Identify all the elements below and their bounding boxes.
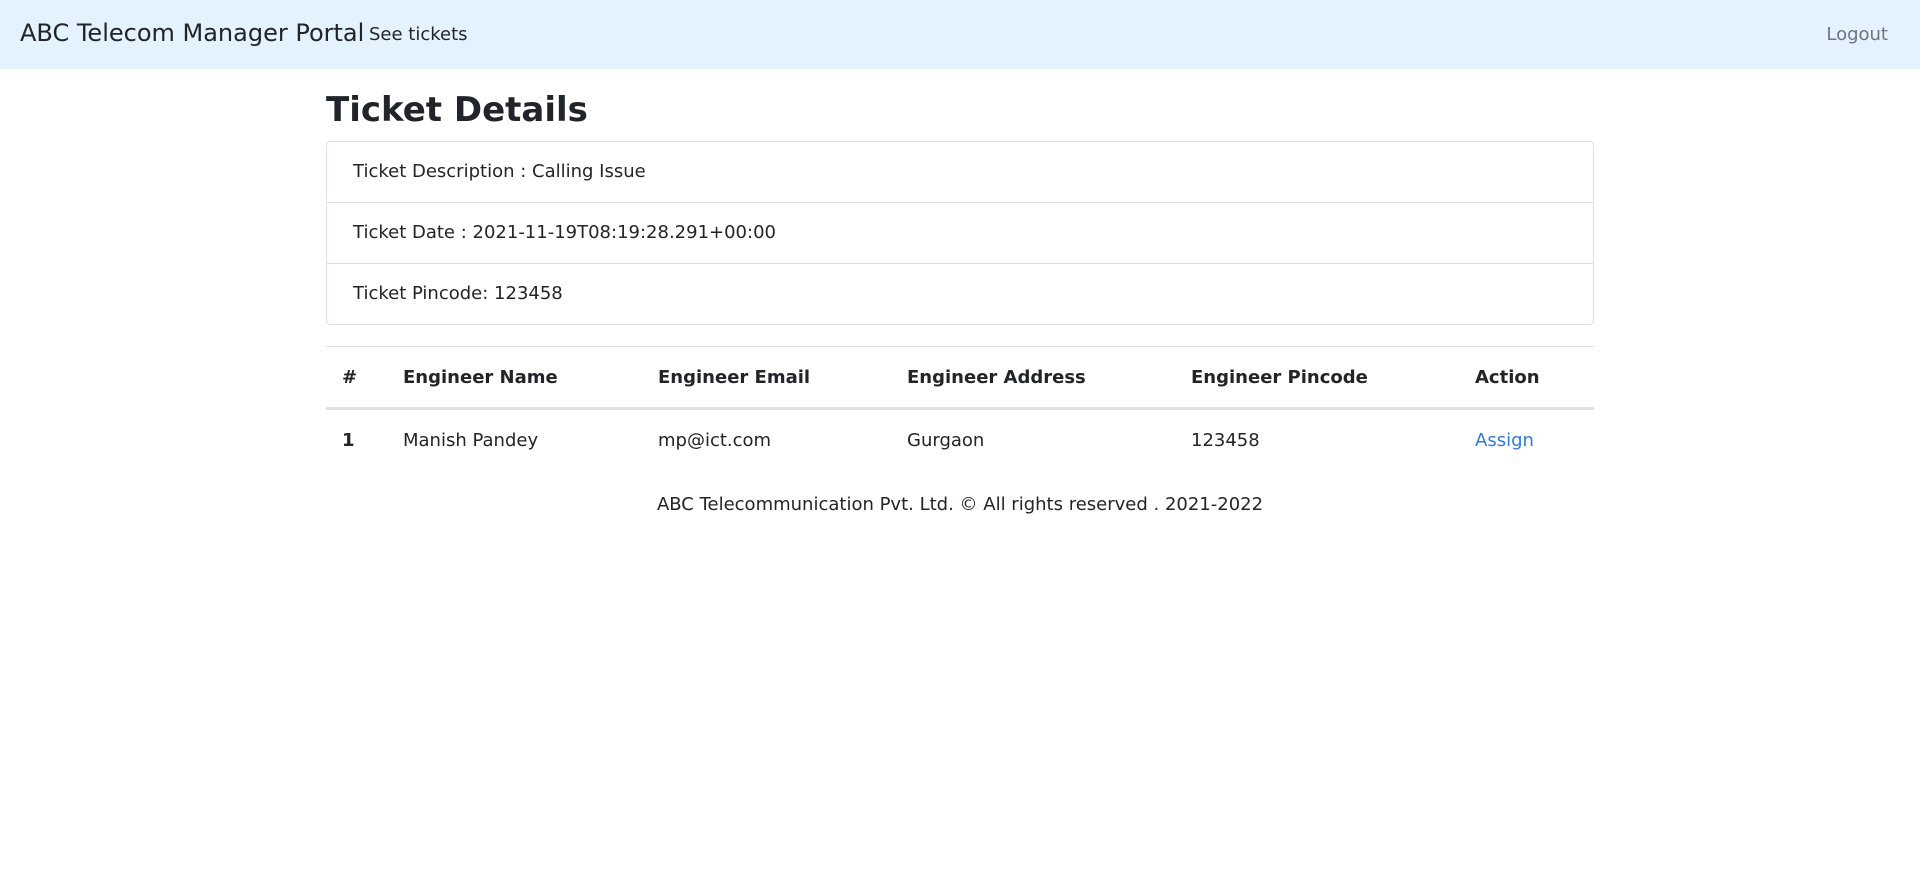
ticket-date: Ticket Date : 2021-11-19T08:19:28.291+00… [327, 203, 1593, 264]
engineer-address: Gurgaon [907, 429, 985, 451]
engineer-pincode: 123458 [1191, 429, 1260, 451]
engineer-email: mp@ict.com [658, 429, 772, 451]
brand-link[interactable]: ABC Telecom Manager Portal [20, 19, 364, 47]
page-title: Ticket Details [326, 90, 588, 130]
top-navbar: ABC Telecom Manager Portal See tickets L… [0, 0, 1920, 69]
col-header-engineer-address: Engineer Address [891, 346, 1175, 410]
row-number: 1 [342, 429, 355, 451]
footer-text: ABC Telecommunication Pvt. Ltd. © All ri… [656, 494, 1264, 515]
ticket-pincode: Ticket Pincode: 123458 [353, 283, 563, 304]
table-header-row: # Engineer Name Engineer Email Engineer … [326, 346, 1594, 410]
ticket-description: Ticket Description : Calling Issue [327, 142, 1593, 203]
col-header-engineer-name: Engineer Name [387, 346, 642, 410]
col-header-engineer-pincode: Engineer Pincode [1175, 346, 1459, 410]
col-header-number: # [326, 346, 387, 410]
logout-link[interactable]: Logout [1826, 24, 1888, 45]
action-cell: Assign [1459, 409, 1594, 471]
table-row: 1 Manish Pandey mp@ict.com Gurgaon 12345… [326, 409, 1594, 471]
see-tickets-link[interactable]: See tickets [369, 24, 468, 45]
engineers-table: # Engineer Name Engineer Email Engineer … [326, 346, 1594, 471]
assign-link[interactable]: Assign [1475, 430, 1534, 451]
engineer-name: Manish Pandey [403, 429, 539, 451]
col-header-engineer-email: Engineer Email [642, 346, 891, 410]
ticket-details-list: Ticket Description : Calling Issue Ticke… [326, 141, 1594, 325]
col-header-action: Action [1459, 346, 1594, 410]
